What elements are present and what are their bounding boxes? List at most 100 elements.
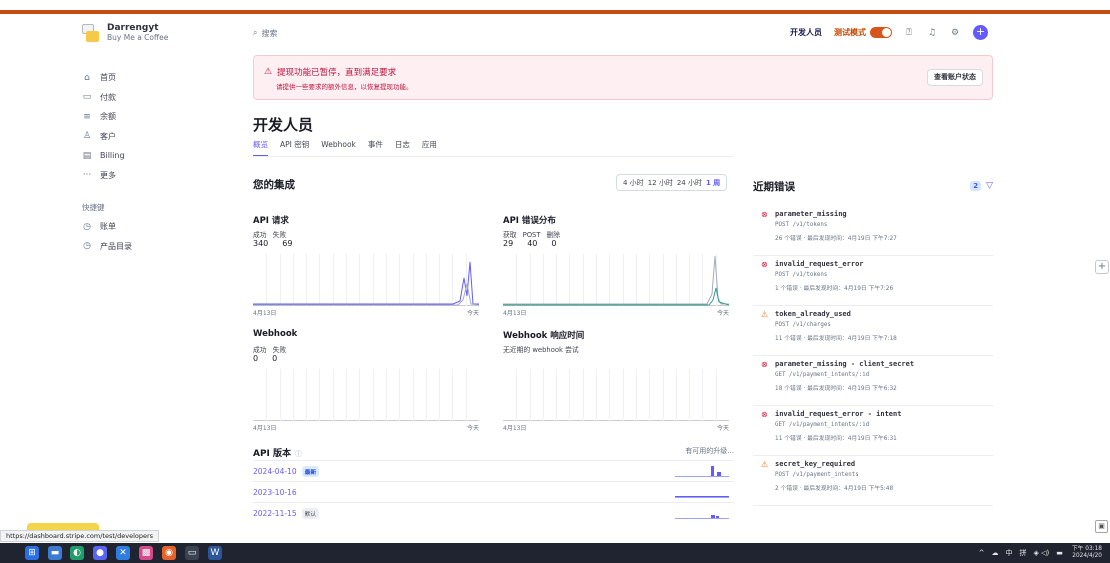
error-name: parameter_missing — [775, 210, 847, 218]
time-range-option[interactable]: 1 周 — [706, 178, 720, 188]
time-range-selector: 4 小时 12 小时 24 小时 1 周 — [616, 174, 728, 191]
sidebar-item[interactable]: ··· 更多 — [82, 166, 232, 186]
shortcut-item[interactable]: ◷ 账单 — [82, 217, 232, 237]
recent-error-item[interactable]: ⊗ invalid_request_error - intent GET /v1/p… — [753, 407, 993, 456]
webhook-sparkline — [253, 369, 479, 421]
api-errors-card[interactable]: API 错误分布 获取 POST 删除 29 40 0 4月13日 今天 — [503, 214, 729, 317]
create-plus-button[interactable]: + — [973, 25, 988, 40]
edge-browser-icon[interactable]: ◐ — [70, 546, 84, 560]
sidebar-item[interactable]: ⌂ 首页 — [82, 68, 232, 88]
api-errors-title: API 错误分布 — [503, 216, 556, 226]
tab-item[interactable]: Webhook — [321, 139, 356, 157]
developers-link[interactable]: 开发人员 — [790, 27, 822, 38]
info-icon[interactable]: ⓘ — [295, 450, 302, 458]
sidebar-item[interactable]: ♙ 客户 — [82, 127, 232, 147]
integration-title: 您的集成 — [253, 179, 295, 191]
notifications-bell-icon[interactable]: ♫ — [926, 27, 938, 39]
version-usage-bars — [675, 509, 729, 519]
recent-error-item[interactable]: ⊗ invalid_request_error POST /v1/tokens 1 个… — [753, 257, 993, 306]
search-icon: ⌕ — [253, 28, 258, 37]
grid-line — [319, 369, 321, 421]
api-requests-sparkline — [253, 254, 479, 306]
battery-icon[interactable]: ▬ — [1056, 549, 1063, 557]
time-range-option[interactable]: 12 小时 — [648, 178, 673, 188]
api-version-link[interactable]: 2024-04-10 — [253, 467, 297, 476]
api-version-link[interactable]: 2022-11-15 — [253, 509, 297, 518]
axis-start-label: 4月13日 — [253, 425, 277, 432]
recent-error-item[interactable]: ⊗ parameter_missing POST /v1/tokens 26 个错误 … — [753, 207, 993, 256]
error-meta: 1 个错误 · 最后发现时间：4月19日 下午7:26 — [775, 286, 894, 292]
usage-bar — [711, 466, 714, 476]
vscode-icon[interactable]: ✕ — [116, 546, 130, 560]
discord-icon[interactable]: ● — [93, 546, 107, 560]
tab-item[interactable]: 应用 — [422, 139, 437, 157]
grid-line — [635, 369, 637, 421]
error-request-path: POST /v1/payment_intents — [775, 472, 859, 478]
chrome-browser-icon[interactable]: ◉ — [162, 546, 176, 560]
view-account-status-button[interactable]: 查看账户状态 — [927, 69, 983, 86]
time-range-option[interactable]: 24 小时 — [677, 178, 702, 188]
test-mode-toggle[interactable] — [870, 27, 892, 38]
error-count-badge: 2 — [970, 181, 982, 191]
grid-line — [399, 369, 401, 421]
recent-error-item[interactable]: ⚠ token_already_used POST /v1/charges 11 个错… — [753, 307, 993, 356]
search-input[interactable]: 搜索 — [261, 28, 277, 39]
shortcut-item[interactable]: ◷ 产品目录 — [82, 237, 232, 257]
sparkline-svg — [253, 261, 479, 306]
error-circle-icon: ⊗ — [761, 360, 768, 369]
terminal-icon[interactable]: ▭ — [185, 546, 199, 560]
shortcuts-heading: 快捷键 — [82, 203, 105, 212]
tray-expand-icon[interactable]: ^ — [979, 549, 985, 557]
sidebar-item-label: Billing — [100, 151, 125, 161]
settings-gear-icon[interactable]: ⚙ — [949, 27, 961, 39]
error-circle-icon: ⊗ — [761, 260, 768, 269]
network-volume-icon[interactable]: ◈ ◁) — [1033, 549, 1049, 557]
version-usage-bars — [675, 488, 729, 498]
success-count: 0 — [253, 354, 259, 363]
webhook-card[interactable]: Webhook 成功 失败 0 0 4月13日 今天 — [253, 329, 479, 432]
success-label: 成功 — [253, 346, 267, 354]
file-explorer-icon[interactable]: ▬ — [48, 546, 62, 560]
word-icon[interactable]: W — [208, 546, 222, 560]
grid-line — [516, 369, 518, 421]
upgrade-available-link[interactable]: 有可用的升级... — [685, 446, 734, 459]
ime-pinyin-indicator[interactable]: 拼 — [1019, 548, 1026, 558]
shortcuts-list: ◷ 账单 ◷ 产品目录 — [82, 217, 232, 256]
api-version-row[interactable]: 2023-10-16 — [253, 481, 734, 503]
panel-toggle-icon[interactable]: ▣ — [1095, 520, 1108, 533]
tab-item[interactable]: API 密钥 — [280, 139, 309, 157]
sidebar-item[interactable]: ▤ Billing — [82, 146, 232, 166]
account-switcher[interactable]: Darrengyt Buy Me a Coffee — [82, 18, 232, 48]
post-count: 40 — [527, 239, 538, 248]
error-request-path: GET /v1/payment_intents/:id — [775, 422, 870, 428]
error-request-path: POST /v1/tokens — [775, 222, 828, 228]
clock-icon: ◷ — [83, 221, 91, 232]
recent-error-item[interactable]: ⚠ secret_key_required POST /v1/payment_int… — [753, 457, 993, 506]
sidebar-item[interactable]: ≡ 余额 — [82, 107, 232, 127]
ime-language-indicator[interactable]: 中 — [1005, 548, 1012, 558]
sidebar-expand-plus-icon[interactable]: + — [1095, 260, 1109, 274]
system-clock[interactable]: 下午 03:18 2024/4/20 — [1072, 546, 1102, 560]
time-range-option[interactable]: 4 小时 — [623, 178, 644, 188]
api-version-row[interactable]: 2024-04-10 最新 — [253, 460, 734, 482]
axis-end-label: 今天 — [716, 310, 729, 317]
onedrive-icon[interactable]: ☁ — [991, 549, 998, 557]
webhook-latency-card[interactable]: Webhook 响应时间 无近期的 webhook 尝试 4月13日 今天 — [503, 329, 729, 432]
search-bar[interactable]: ⌕ 搜索 — [253, 25, 277, 41]
alert-description: 请提供一些要求的额外信息，以恢复提现功能。 — [276, 83, 413, 91]
api-version-link[interactable]: 2023-10-16 — [253, 488, 297, 497]
error-request-path: GET /v1/payment_intents/:id — [775, 372, 870, 378]
windows-start-icon[interactable]: ⊞ — [25, 546, 39, 560]
filter-icon[interactable]: ▽ — [986, 181, 993, 191]
recent-error-item[interactable]: ⊗ parameter_missing - client_secret GET /v… — [753, 357, 993, 406]
sidebar-item[interactable]: ▭ 付款 — [82, 88, 232, 108]
photos-app-icon[interactable]: ▩ — [139, 546, 153, 560]
api-requests-card[interactable]: API 请求 成功 失败 340 69 4月13日 今天 — [253, 214, 479, 317]
get-count: 29 — [503, 239, 514, 248]
tab-item[interactable]: 日志 — [395, 139, 410, 157]
tab-item[interactable]: 事件 — [368, 139, 383, 157]
help-icon[interactable]: ⍰ — [903, 27, 915, 39]
api-version-row[interactable]: 2022-11-15 默认 — [253, 502, 734, 524]
grid-line — [689, 369, 691, 421]
tab-item[interactable]: 概览 — [253, 139, 268, 157]
